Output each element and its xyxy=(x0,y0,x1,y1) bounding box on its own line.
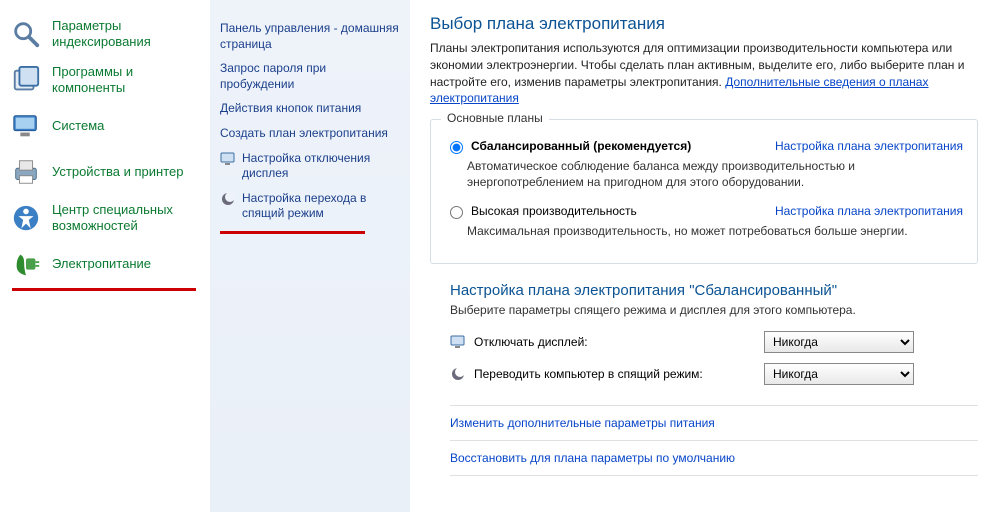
sidebar-item-devices[interactable]: Устройства и принтер xyxy=(6,150,204,194)
sidebar-item-system[interactable]: Система xyxy=(6,104,204,148)
task-link-label: Настройка отключения дисплея xyxy=(242,151,400,182)
sidebar-item-label: Центр специальных возможностей xyxy=(52,202,200,233)
moon-icon xyxy=(450,366,466,382)
change-plan-link[interactable]: Настройка плана электропитания xyxy=(775,204,963,218)
sidebar-item-label: Программы и компоненты xyxy=(52,64,200,95)
task-link-buttons[interactable]: Действия кнопок питания xyxy=(220,101,400,117)
plan-description: Автоматическое соблюдение баланса между … xyxy=(467,158,963,190)
page-description: Планы электропитания используются для оп… xyxy=(430,40,978,107)
system-icon xyxy=(10,110,42,142)
plan-settings-desc: Выберите параметры спящего режима и дисп… xyxy=(450,303,978,317)
bottom-links: Изменить дополнительные параметры питани… xyxy=(450,405,978,476)
sleep-timeout-select[interactable]: Никогда xyxy=(764,363,914,385)
power-options-icon xyxy=(10,248,42,280)
plan-settings-heading: Настройка плана электропитания "Сбаланси… xyxy=(450,282,978,299)
change-plan-link[interactable]: Настройка плана электропитания xyxy=(775,139,963,153)
highlight-underline xyxy=(220,231,365,234)
plan-name: Высокая производительность xyxy=(471,204,637,218)
advanced-settings-link[interactable]: Изменить дополнительные параметры питани… xyxy=(450,416,978,430)
separator xyxy=(450,440,978,441)
programs-icon xyxy=(10,64,42,96)
group-title: Основные планы xyxy=(441,111,549,125)
plan-row-highperf: Высокая производительность Настройка пла… xyxy=(445,203,963,219)
sidebar-item-label: Электропитание xyxy=(52,256,151,272)
search-options-icon xyxy=(10,18,42,50)
monitor-icon xyxy=(220,151,236,167)
sidebar-item-indexing[interactable]: Параметры индексирования xyxy=(6,12,204,56)
task-link-home[interactable]: Панель управления - домашняя страница xyxy=(220,21,400,52)
task-link-password[interactable]: Запрос пароля при пробуждении xyxy=(220,61,400,92)
ease-of-access-icon xyxy=(10,202,42,234)
category-sidebar: Параметры индексирования Программы и ком… xyxy=(0,0,210,512)
monitor-icon xyxy=(450,334,466,350)
plan-row-balanced: Сбалансированный (рекомендуется) Настрой… xyxy=(445,138,963,154)
task-link-label: Настройка перехода в спящий режим xyxy=(242,191,400,222)
plan-description: Максимальная производительность, но може… xyxy=(467,223,963,239)
highlight-underline xyxy=(12,288,196,291)
task-link-create-plan[interactable]: Создать план электропитания xyxy=(220,126,400,142)
setting-label: Отключать дисплей: xyxy=(474,335,764,349)
sidebar-item-label: Параметры индексирования xyxy=(52,18,200,49)
setting-label: Переводить компьютер в спящий режим: xyxy=(474,367,764,381)
devices-printers-icon xyxy=(10,156,42,188)
page-title: Выбор плана электропитания xyxy=(430,14,978,34)
sidebar-item-label: Устройства и принтер xyxy=(52,164,183,180)
task-link-sleep[interactable]: Настройка перехода в спящий режим xyxy=(220,191,400,222)
sidebar-item-power[interactable]: Электропитание xyxy=(6,242,204,286)
moon-icon xyxy=(220,191,236,207)
restore-defaults-link[interactable]: Восстановить для плана параметры по умол… xyxy=(450,451,978,465)
plan-radio-balanced[interactable] xyxy=(450,141,463,154)
plans-group: Основные планы Сбалансированный (рекомен… xyxy=(430,119,978,264)
plan-name: Сбалансированный (рекомендуется) xyxy=(471,139,691,153)
separator xyxy=(450,405,978,406)
separator xyxy=(450,475,978,476)
sidebar-item-label: Система xyxy=(52,118,104,134)
task-link-display-off[interactable]: Настройка отключения дисплея xyxy=(220,151,400,182)
task-pane: Панель управления - домашняя страница За… xyxy=(210,0,410,512)
main-content: Выбор плана электропитания Планы электро… xyxy=(410,0,998,512)
sidebar-item-programs[interactable]: Программы и компоненты xyxy=(6,58,204,102)
setting-row-display: Отключать дисплей: Никогда xyxy=(450,331,978,353)
display-timeout-select[interactable]: Никогда xyxy=(764,331,914,353)
setting-row-sleep: Переводить компьютер в спящий режим: Ник… xyxy=(450,363,978,385)
plan-radio-highperf[interactable] xyxy=(450,206,463,219)
sidebar-item-accessibility[interactable]: Центр специальных возможностей xyxy=(6,196,204,240)
